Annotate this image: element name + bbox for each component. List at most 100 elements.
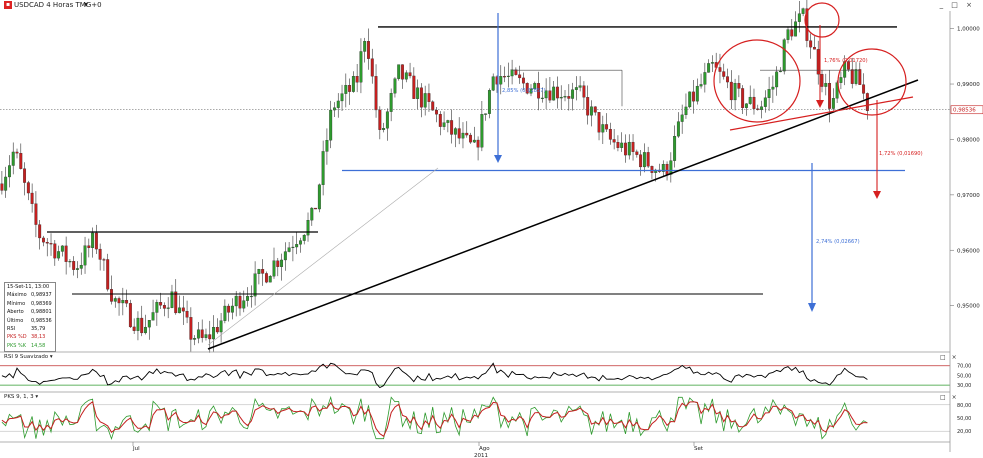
candle-body bbox=[442, 122, 446, 127]
candle-body bbox=[110, 289, 113, 302]
candle-body bbox=[548, 90, 552, 101]
candle-body bbox=[812, 46, 816, 50]
candle-body bbox=[673, 136, 677, 161]
candle-body bbox=[196, 329, 200, 339]
rsi-panel-controls[interactable]: □ × bbox=[940, 354, 959, 361]
candle-body bbox=[340, 93, 344, 102]
candle-body bbox=[11, 151, 15, 166]
candle-body bbox=[72, 261, 76, 270]
candle-body bbox=[280, 259, 284, 267]
candle-body bbox=[329, 109, 333, 141]
trading-chart[interactable]: 70,00 50,00 30,00 80,00 50,00 20,00 1,00000 0… bbox=[0, 0, 983, 458]
window-controls[interactable]: _ □ × bbox=[940, 1, 975, 9]
candle-body bbox=[30, 192, 34, 204]
candle-body bbox=[91, 232, 95, 248]
candle-body bbox=[518, 74, 522, 79]
time-axis: Jul Ago Set 2011 bbox=[132, 442, 704, 458]
candle-body bbox=[635, 151, 639, 155]
candle-body bbox=[87, 245, 91, 248]
candle-body bbox=[204, 334, 208, 338]
candle-body bbox=[737, 83, 741, 89]
candle-body bbox=[616, 142, 620, 148]
chart-app-icon: ▪ bbox=[4, 1, 12, 9]
pks-axis-label: 50,00 bbox=[957, 416, 971, 422]
candle-body bbox=[321, 151, 325, 185]
candle-body bbox=[669, 160, 673, 175]
candle-body bbox=[189, 317, 193, 340]
candle-body bbox=[230, 305, 234, 313]
candle-body bbox=[590, 106, 593, 116]
candle-body bbox=[631, 141, 635, 152]
candle-body bbox=[744, 103, 748, 108]
candle-body bbox=[38, 224, 42, 239]
candle-body bbox=[117, 298, 121, 304]
candle-body bbox=[53, 243, 57, 259]
y-tick-label: 0,95000 bbox=[957, 304, 980, 310]
candle bbox=[431, 100, 435, 111]
candle-body bbox=[26, 182, 30, 194]
candle-body bbox=[556, 86, 559, 99]
candle-body bbox=[484, 113, 488, 115]
x-tick-label: Jul bbox=[132, 446, 140, 452]
candle-body bbox=[4, 176, 8, 191]
candle-body bbox=[227, 305, 231, 313]
candle-body bbox=[605, 124, 609, 130]
candle-body bbox=[438, 114, 442, 127]
candle-body bbox=[261, 269, 265, 274]
candle bbox=[688, 91, 692, 109]
candle-body bbox=[174, 291, 178, 314]
candle-body bbox=[839, 77, 843, 83]
info-value: 0,98536 bbox=[31, 317, 52, 324]
candle-body bbox=[419, 87, 423, 108]
candle-body bbox=[601, 124, 605, 133]
candle-body bbox=[850, 69, 854, 84]
annotation-target-red: 1,72% (0,01690) bbox=[879, 151, 923, 157]
candle-body bbox=[98, 248, 102, 260]
candle-body bbox=[627, 141, 631, 156]
candle-body bbox=[612, 139, 616, 143]
candle-body bbox=[639, 154, 643, 168]
chevron-down-icon[interactable]: ▾ bbox=[84, 0, 88, 9]
candle-body bbox=[23, 168, 27, 183]
pks-panel-title[interactable]: PKS 9, 1, 3 ▾ bbox=[4, 394, 38, 400]
candle-body bbox=[729, 81, 733, 101]
candle-body bbox=[219, 320, 223, 333]
candle-body bbox=[567, 96, 571, 99]
candle-body bbox=[563, 96, 567, 98]
candle-body bbox=[453, 128, 457, 135]
candle-body bbox=[862, 84, 866, 94]
candle-body bbox=[45, 241, 49, 244]
candle-body bbox=[854, 69, 858, 84]
pks-panel-controls[interactable]: □ × bbox=[940, 394, 959, 401]
candle-body bbox=[487, 90, 491, 114]
candle-body bbox=[185, 311, 189, 318]
candle-body bbox=[446, 120, 450, 123]
candle-body bbox=[94, 232, 98, 250]
candle-body bbox=[83, 245, 87, 266]
y-tick-label: 0,96000 bbox=[957, 248, 980, 254]
info-value: 0,98937 bbox=[31, 292, 52, 299]
candle-body bbox=[521, 77, 525, 84]
rsi-panel: 70,00 50,00 30,00 bbox=[0, 362, 971, 389]
candle-body bbox=[676, 121, 680, 137]
info-value: 14,58 bbox=[31, 342, 46, 349]
candle-body bbox=[336, 100, 340, 108]
candle-body bbox=[102, 259, 106, 261]
candle-body bbox=[824, 83, 828, 87]
candle-body bbox=[491, 76, 495, 91]
candle-body bbox=[457, 128, 461, 139]
candle-body bbox=[820, 74, 824, 87]
candle-body bbox=[582, 85, 586, 98]
candle-body bbox=[283, 251, 287, 261]
candle-body bbox=[306, 220, 310, 236]
candle-body bbox=[816, 49, 820, 75]
rsi-panel-title[interactable]: RSI 9 Suavizado ▾ bbox=[4, 354, 53, 360]
candle-body bbox=[503, 76, 506, 78]
candle-body bbox=[699, 84, 703, 87]
candle-body bbox=[147, 320, 151, 328]
candle bbox=[487, 88, 491, 119]
candle-body bbox=[181, 307, 185, 312]
candle-body bbox=[208, 334, 212, 340]
candle-body bbox=[733, 83, 737, 101]
info-value: 0,98801 bbox=[31, 309, 52, 316]
